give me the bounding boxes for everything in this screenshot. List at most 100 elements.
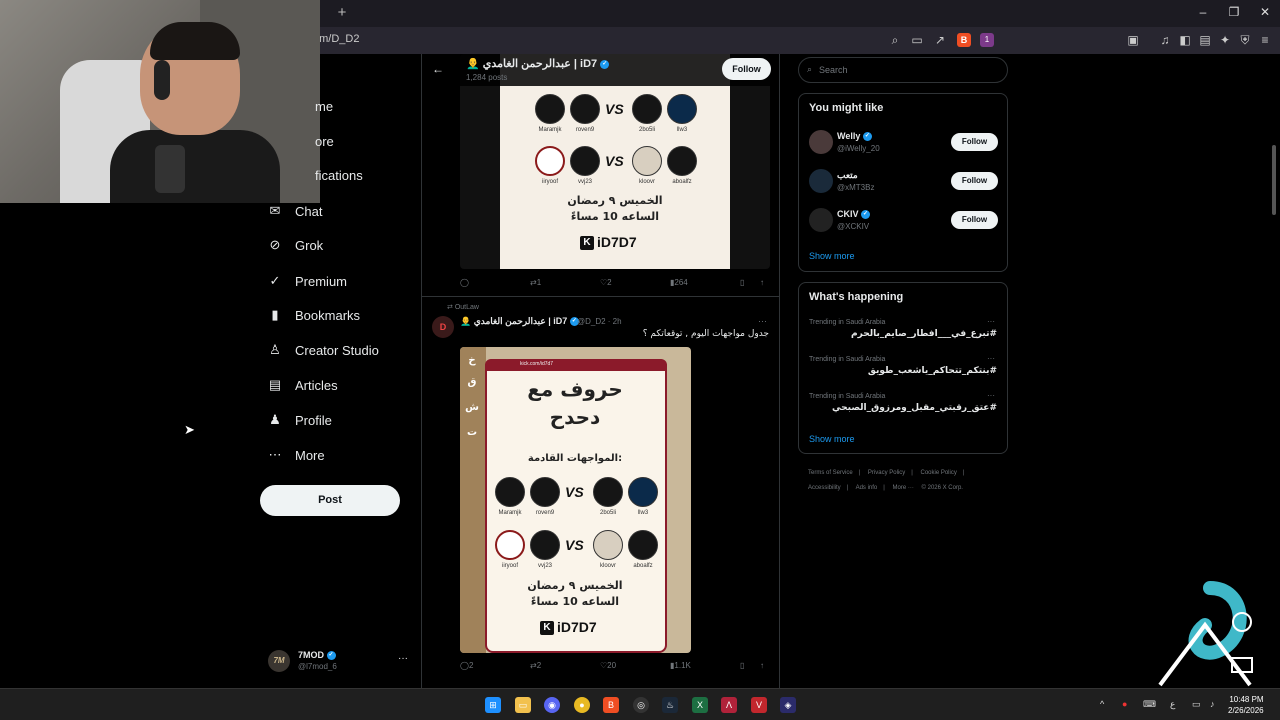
repost-icon[interactable]: ⇄ 2: [530, 661, 541, 670]
nav-premium[interactable]: ✓ Premium: [268, 269, 347, 293]
discord-icon[interactable]: ◉: [544, 697, 560, 713]
like-icon[interactable]: ♡ 2: [600, 278, 612, 287]
tweet1-media[interactable]: VS Maramjk roven9 2bo5li llw3 VS iiryoof…: [460, 54, 770, 269]
tweet-author[interactable]: 👨‍🦲 عبدالرحمن الغامدي | iD7 ✓: [460, 316, 579, 327]
app-icon[interactable]: Λ: [721, 697, 737, 713]
nav-more-label: More: [295, 447, 325, 463]
bookmark-icon[interactable]: ▯: [740, 661, 744, 670]
post-button[interactable]: Post: [260, 485, 400, 516]
menu-icon[interactable]: ≡: [1258, 33, 1272, 47]
leo-icon[interactable]: ✦: [1218, 33, 1232, 47]
suggestion-name[interactable]: متعب: [837, 170, 858, 181]
windows-start-icon[interactable]: ⊞: [485, 697, 501, 713]
avatar[interactable]: D: [432, 316, 454, 338]
avatar[interactable]: [809, 130, 833, 154]
reply-icon[interactable]: ◯: [460, 278, 469, 287]
suggestion-name[interactable]: Welly ✓: [837, 131, 872, 142]
player-avatar: [495, 530, 525, 560]
nav-articles[interactable]: ▤ Articles: [268, 373, 338, 397]
share-icon[interactable]: ↗: [933, 33, 947, 47]
trend-tag[interactable]: #عتق_رقبتي_مقبل_ومرزوق_الصبحي: [832, 403, 997, 413]
close-window-button[interactable]: ✕: [1255, 5, 1275, 19]
nav-notifications[interactable]: fications: [315, 163, 363, 187]
network-icon[interactable]: ▭: [1192, 699, 1201, 710]
follow-button[interactable]: Follow: [951, 211, 998, 229]
vs-label: VS: [605, 101, 624, 117]
vpn-icon[interactable]: ⛨: [1238, 33, 1252, 47]
poster2-title-line1: حروف مع: [527, 377, 623, 401]
trend-more-icon[interactable]: ···: [987, 317, 995, 326]
account-menu-icon[interactable]: ···: [398, 653, 408, 664]
maximize-button[interactable]: ❐: [1224, 5, 1244, 19]
player-avatar: [535, 146, 565, 176]
nav-grok[interactable]: ⊘ Grok: [268, 233, 324, 257]
nav-chat[interactable]: ✉ Chat: [268, 199, 323, 223]
tweet2-media[interactable]: خ ق ش ت kick.com/id7d7 حروف مع دحدح المو…: [460, 347, 691, 653]
sidebar-icon[interactable]: ◧: [1178, 33, 1192, 47]
footer-privacy[interactable]: Privacy Policy: [868, 470, 905, 476]
search-input[interactable]: ⌕ Search: [798, 57, 1008, 83]
nav-creator-studio[interactable]: ♙ Creator Studio: [268, 338, 379, 362]
show-more-link[interactable]: Show more: [809, 251, 855, 261]
follow-button[interactable]: Follow: [722, 58, 771, 80]
file-explorer-icon[interactable]: ▭: [515, 697, 531, 713]
nav-explore[interactable]: ore: [315, 129, 334, 153]
brave-rewards-icon[interactable]: 1: [980, 33, 994, 47]
chat-app-icon[interactable]: ●: [574, 697, 590, 713]
trend-more-icon[interactable]: ···: [987, 391, 995, 400]
follow-button[interactable]: Follow: [951, 133, 998, 151]
back-arrow-icon[interactable]: ←: [432, 62, 444, 76]
avatar[interactable]: [809, 208, 833, 232]
trend-more-icon[interactable]: ···: [987, 354, 995, 363]
nav-profile[interactable]: ♟ Profile: [268, 408, 332, 432]
cast-icon[interactable]: ▭: [910, 33, 924, 47]
nav-more[interactable]: ⋯ More: [268, 443, 325, 467]
trend-tag[interactable]: #تبرع_في___افطار_صايم_بالحرم: [851, 329, 997, 339]
footer-sep: |: [883, 485, 885, 491]
footer-terms[interactable]: Terms of Service: [808, 470, 853, 476]
excel-icon[interactable]: X: [692, 697, 708, 713]
new-tab-button[interactable]: +: [334, 4, 350, 22]
steam-icon[interactable]: ♨: [662, 697, 678, 713]
keyboard-icon[interactable]: ⌨: [1143, 699, 1156, 710]
footer-more[interactable]: More ···: [893, 485, 914, 491]
zoom-icon[interactable]: ⌕: [888, 33, 902, 47]
nav-bookmarks[interactable]: ▮ Bookmarks: [268, 303, 360, 327]
reply-icon[interactable]: ◯ 2: [460, 661, 473, 670]
brave-shields-icon[interactable]: B: [957, 33, 971, 47]
scrollbar[interactable]: [1272, 145, 1276, 215]
repost-icon[interactable]: ⇄ 1: [530, 278, 541, 287]
share-icon[interactable]: ↑: [760, 661, 764, 670]
wallet-icon[interactable]: ▣: [1126, 33, 1140, 47]
footer-cookie[interactable]: Cookie Policy: [921, 470, 957, 476]
suggestion-name[interactable]: CKIV ✓: [837, 209, 871, 220]
input-language[interactable]: ع: [1170, 699, 1175, 710]
minimize-button[interactable]: –: [1193, 5, 1213, 19]
views-icon[interactable]: ▮ 1.1K: [670, 661, 691, 670]
like-icon[interactable]: ♡ 20: [600, 661, 616, 670]
player-avatar: [593, 477, 623, 507]
avatar[interactable]: [809, 169, 833, 193]
account-switcher[interactable]: 7M 7MOD ✓ @l7mod_6 ···: [268, 648, 408, 676]
bookmark-icon[interactable]: ▯: [740, 278, 744, 287]
brave-browser-icon[interactable]: B: [603, 697, 619, 713]
nav-home[interactable]: me: [315, 94, 333, 118]
views-icon[interactable]: ▮ 264: [670, 278, 688, 287]
microphone-icon[interactable]: ●: [1122, 699, 1127, 709]
volume-icon[interactable]: ♪: [1210, 699, 1215, 709]
valorant-icon[interactable]: V: [751, 697, 767, 713]
tweet-more-icon[interactable]: ···: [758, 316, 767, 326]
share-icon[interactable]: ↑: [760, 278, 764, 287]
tweet-text: جدول مواجهات اليوم , توقعاتكم ؟: [642, 329, 769, 339]
tray-expand-icon[interactable]: ^: [1100, 699, 1104, 709]
wallet-ext-icon[interactable]: ▤: [1198, 33, 1212, 47]
show-more-link[interactable]: Show more: [809, 434, 855, 444]
footer-accessibility[interactable]: Accessibility: [808, 485, 841, 491]
obs-icon[interactable]: ◎: [633, 697, 649, 713]
footer-ads[interactable]: Ads info: [856, 485, 878, 491]
follow-button[interactable]: Follow: [951, 172, 998, 190]
app-icon[interactable]: ◈: [780, 697, 796, 713]
system-clock[interactable]: 10:48 PM 2/26/2026: [1228, 694, 1264, 716]
trend-tag[interactable]: #بنتكم_تتحاكم_ياشعب_طويق: [868, 366, 997, 376]
media-icon[interactable]: ♫: [1158, 33, 1172, 47]
